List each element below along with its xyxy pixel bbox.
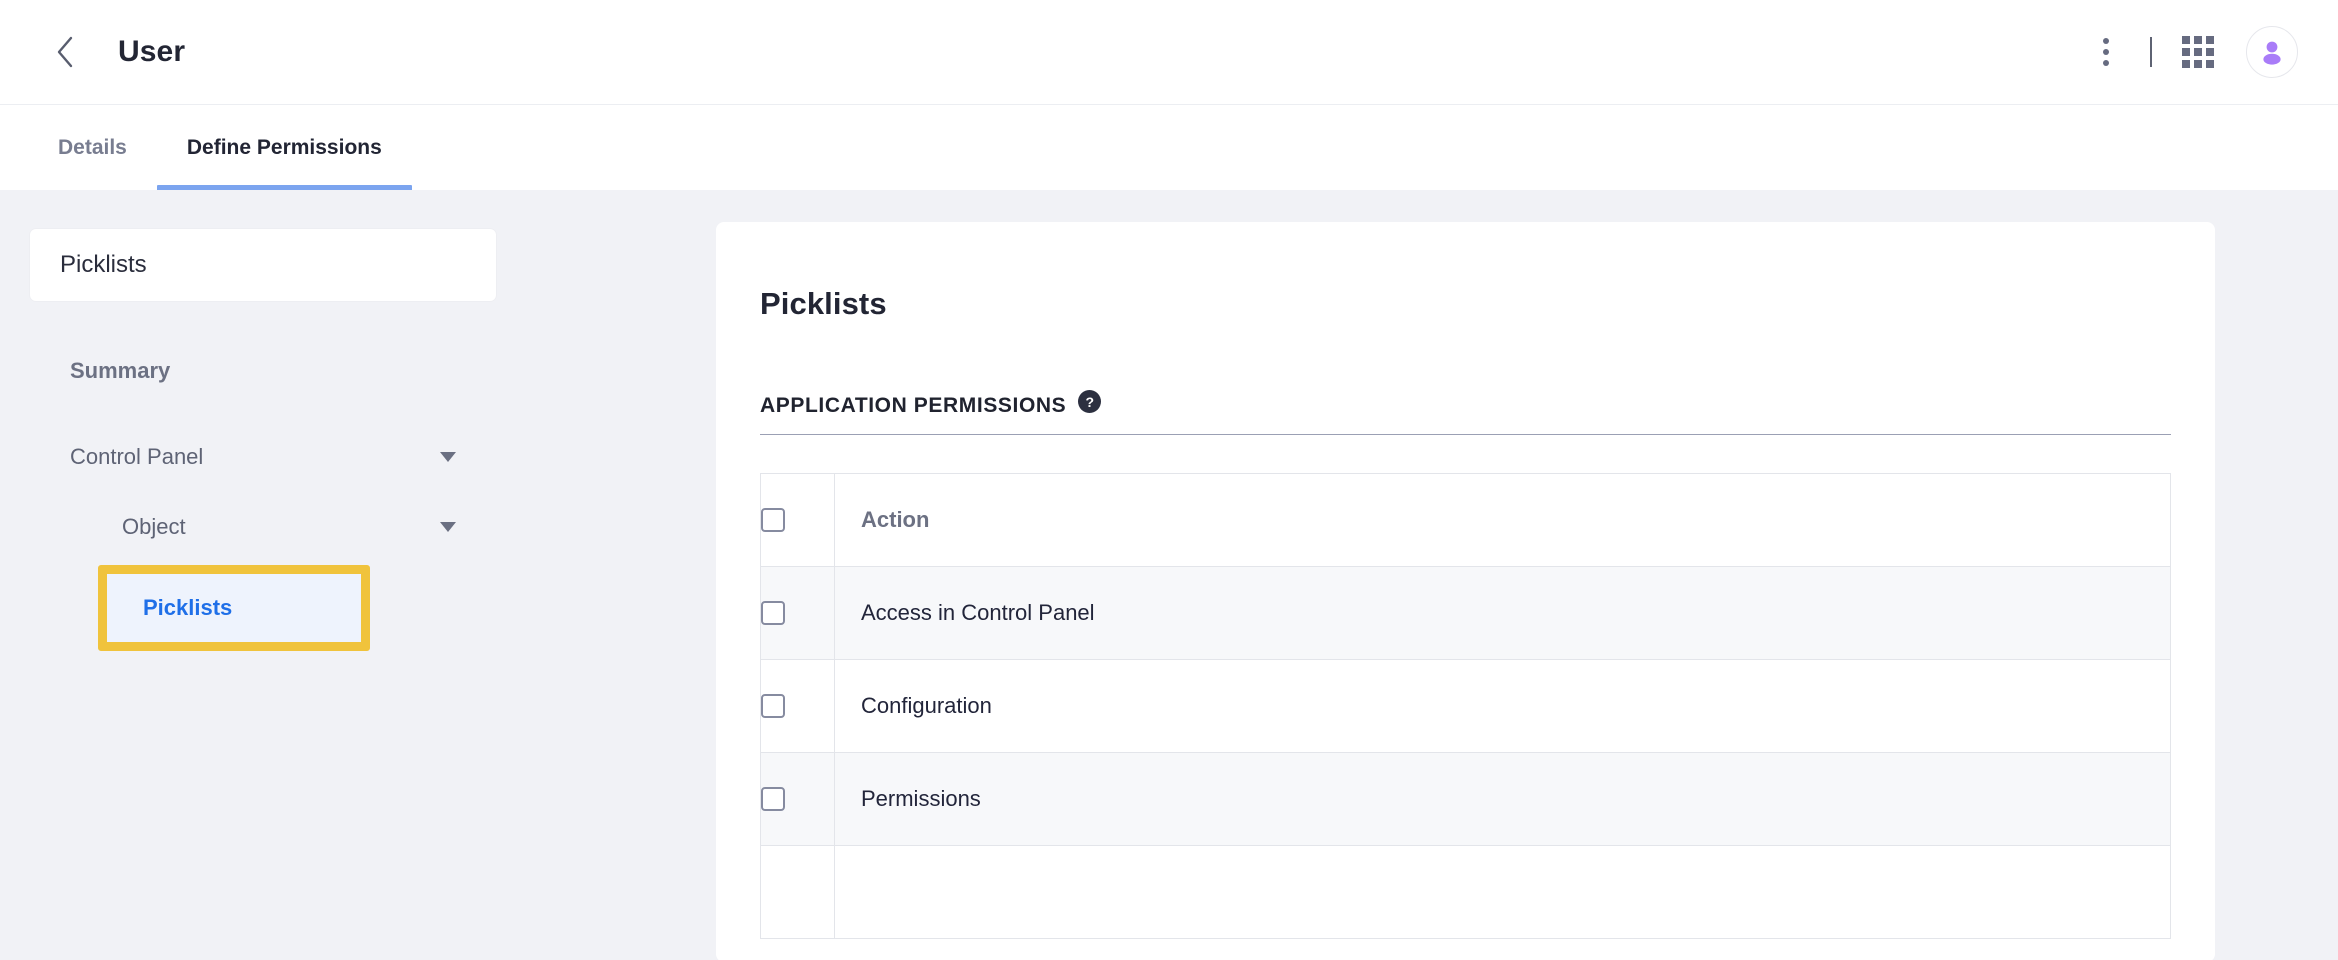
sidebar-item-object[interactable]: Object	[122, 505, 460, 549]
tab-bar: Details Define Permissions	[0, 104, 2338, 191]
row-checkbox-cell	[760, 566, 835, 660]
tab-define-permissions[interactable]: Define Permissions	[156, 105, 412, 191]
row-label: Configuration	[834, 659, 2171, 753]
row-label: Access in Control Panel	[834, 566, 2171, 660]
row-label: Permissions	[834, 752, 2171, 846]
kebab-dot	[2103, 60, 2109, 66]
application-permissions-table: Action Access in Control Panel Configura…	[760, 473, 2171, 939]
sidebar-item-label: Object	[122, 514, 186, 539]
app-header: User	[0, 0, 2338, 104]
section-divider	[760, 434, 2171, 435]
apps-grid-icon[interactable]	[2178, 32, 2218, 72]
sidebar-item-summary[interactable]: Summary	[70, 349, 460, 393]
sidebar-item-label: Control Panel	[70, 444, 204, 469]
chevron-down-icon[interactable]	[436, 445, 460, 469]
avatar[interactable]	[2246, 26, 2298, 78]
table-row[interactable]	[760, 845, 2171, 939]
tab-details[interactable]: Details	[48, 105, 157, 191]
row-checkbox[interactable]	[761, 787, 785, 811]
row-label	[834, 845, 2171, 939]
kebab-dot	[2103, 49, 2109, 55]
sidebar-item-control-panel[interactable]: Control Panel	[70, 435, 460, 479]
sidebar-item-label: Summary	[70, 358, 171, 383]
row-checkbox-cell	[760, 845, 835, 939]
question-mark-icon[interactable]: ?	[1078, 390, 1102, 413]
row-checkbox-cell	[760, 659, 835, 753]
card-title: Picklists	[760, 286, 887, 321]
table-row[interactable]: Access in Control Panel	[760, 566, 2171, 660]
column-header-action[interactable]: Action	[834, 473, 2171, 567]
select-all-cell	[760, 473, 835, 567]
table-row[interactable]: Configuration	[760, 659, 2171, 753]
kebab-dot	[2103, 38, 2109, 44]
more-vertical-icon[interactable]	[2086, 32, 2126, 72]
permissions-card: Picklists APPLICATION PERMISSIONS ? Acti…	[716, 222, 2215, 960]
chevron-down-icon[interactable]	[436, 515, 460, 539]
section-header: APPLICATION PERMISSIONS ?	[760, 390, 2171, 418]
sidebar-item-picklists[interactable]: Picklists	[107, 574, 361, 642]
permissions-sidebar: Picklists Summary Control Panel Object P…	[0, 190, 716, 651]
row-checkbox[interactable]	[761, 694, 785, 718]
sidebar-search-input[interactable]: Picklists	[30, 229, 496, 301]
sidebar-item-label: Picklists	[143, 595, 233, 620]
page-title: User	[118, 35, 186, 68]
table-header-row: Action	[760, 473, 2171, 567]
selection-highlight-annotation: Picklists	[98, 565, 370, 651]
select-all-checkbox[interactable]	[761, 508, 785, 532]
row-checkbox[interactable]	[761, 601, 785, 625]
section-title: APPLICATION PERMISSIONS	[760, 394, 1067, 417]
row-checkbox-cell	[760, 752, 835, 846]
header-actions	[2086, 26, 2298, 78]
table-row[interactable]: Permissions	[760, 752, 2171, 846]
header-divider	[2150, 37, 2152, 67]
chevron-left-icon[interactable]	[48, 35, 82, 69]
user-avatar-icon	[2263, 41, 2281, 65]
page-content: Picklists Summary Control Panel Object P…	[0, 190, 2338, 960]
